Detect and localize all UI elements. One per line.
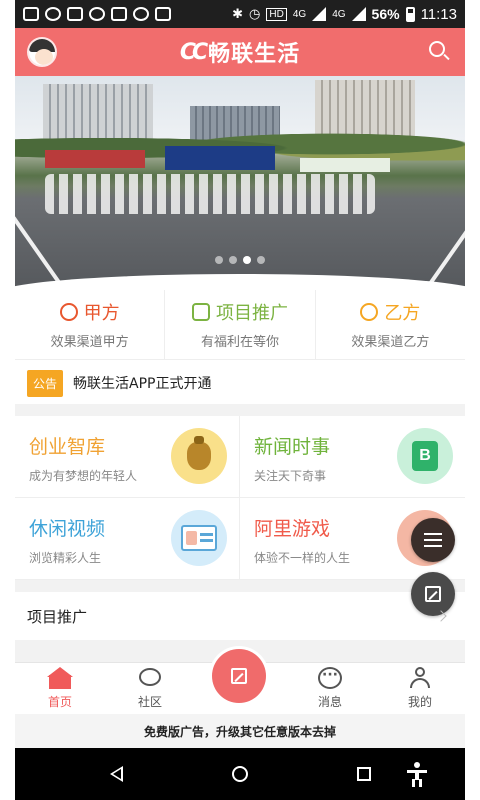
search-icon[interactable]	[429, 41, 451, 63]
smile-badge-icon	[360, 303, 379, 321]
banner-carousel[interactable]	[15, 76, 465, 288]
signal-icon-2	[351, 7, 366, 21]
carousel-dot[interactable]	[229, 256, 237, 264]
tab-profile[interactable]: 我的	[375, 663, 465, 714]
project-promotion-row[interactable]: 项目推广	[15, 592, 465, 640]
tab-label: 消息	[317, 695, 342, 709]
battery-percent: 56%	[371, 6, 400, 22]
app-logo: CC 畅联生活	[180, 36, 300, 68]
home-circle-icon[interactable]	[232, 766, 248, 782]
announcement-text: 畅联生活APP正式开通	[73, 376, 212, 392]
tab-label: 首页	[47, 695, 72, 709]
money-bag-icon	[171, 428, 227, 484]
ad-text: 免费版广告，升级其它任意版本去掉	[143, 724, 336, 739]
banner-stage-left	[45, 150, 145, 168]
chevron-right-icon	[435, 610, 447, 622]
message-notification-icon	[23, 7, 39, 21]
avatar-face	[35, 49, 53, 65]
banner-curve	[15, 274, 465, 288]
network-type-1: 4G	[292, 8, 307, 20]
app-title: 畅联生活	[208, 42, 301, 67]
back-icon[interactable]	[110, 766, 123, 782]
banner-stage-right	[300, 158, 390, 172]
compose-button[interactable]	[212, 649, 266, 703]
quick-entry-party-a[interactable]: 甲方 效果渠道甲方	[15, 290, 166, 359]
quick-entry-promotion[interactable]: 项目推广 有福利在等你	[165, 290, 316, 359]
banner-stage	[165, 146, 275, 170]
status-bar: ✱ ◷ HD 4G 4G 56% 11:13	[15, 0, 465, 28]
announcement-bar[interactable]: 公告 畅联生活APP正式开通	[15, 362, 465, 404]
app-header: CC 畅联生活	[15, 28, 465, 76]
network-type-2: 4G	[332, 8, 346, 20]
section-divider	[15, 580, 465, 592]
floating-menu-button[interactable]	[411, 518, 455, 562]
accessibility-icon[interactable]	[407, 762, 427, 787]
route-icon	[191, 303, 210, 321]
announcement-tag: 公告	[27, 369, 64, 397]
app-frame: ✱ ◷ HD 4G 4G 56% 11:13 CC 畅联生活 甲方 效果渠道甲方…	[15, 0, 465, 800]
mail-notification-icon	[67, 7, 83, 21]
signal-icon-1	[312, 7, 327, 21]
user-icon	[408, 667, 432, 689]
carousel-dot[interactable]	[243, 256, 251, 264]
quick-entry-title: 甲方	[59, 299, 120, 325]
quick-entry-label: 甲方	[83, 303, 120, 324]
quick-entry-label: 项目推广	[215, 303, 288, 324]
battery-icon	[405, 6, 415, 22]
quick-entry-subtitle: 有福利在等你	[200, 335, 279, 350]
carousel-indicator	[15, 256, 465, 264]
avatar[interactable]	[27, 37, 57, 67]
carousel-dot[interactable]	[215, 256, 223, 264]
chat-bubble-icon	[138, 667, 162, 689]
section-divider	[15, 404, 465, 416]
alarm-icon: ◷	[249, 6, 261, 21]
bluetooth-icon: ✱	[232, 6, 244, 21]
message-icon	[318, 667, 342, 689]
banner-chairs	[45, 174, 375, 214]
banner-road-line-left	[15, 204, 71, 288]
compose-icon	[231, 668, 247, 684]
hd-icon: HD	[266, 7, 287, 21]
banner-road-line-right	[419, 204, 465, 288]
tab-label: 社区	[137, 695, 162, 709]
project-promotion-label: 项目推广	[27, 607, 88, 626]
quick-entry-party-b[interactable]: 乙方 效果渠道乙方	[316, 290, 465, 359]
category-startup[interactable]: 创业智库 成为有梦想的年轻人	[15, 416, 240, 498]
system-navigation-bar	[15, 748, 465, 800]
quick-entry-title: 项目推广	[191, 299, 288, 325]
category-grid: 创业智库 成为有梦想的年轻人 新闻时事 关注天下奇事 B 休闲视频 浏览精彩人生…	[15, 416, 465, 580]
qq-notification-icon	[45, 7, 61, 21]
tab-home[interactable]: 首页	[15, 663, 105, 714]
sync-notification-icon	[89, 7, 105, 21]
tab-compose-slot	[195, 649, 285, 714]
alarm-notification-icon	[133, 7, 149, 21]
recent-apps-icon[interactable]	[357, 767, 371, 781]
s-app-notification-icon	[111, 7, 127, 21]
id-card-icon	[171, 510, 227, 566]
bottom-tab-bar: 首页 社区 消息 我的	[15, 649, 465, 714]
book-icon: B	[397, 428, 453, 484]
home-icon	[47, 667, 73, 689]
ad-banner[interactable]: 免费版广告，升级其它任意版本去掉	[15, 714, 465, 748]
tab-label: 我的	[407, 695, 432, 709]
category-news[interactable]: 新闻时事 关注天下奇事 B	[240, 416, 465, 498]
quick-entries: 甲方 效果渠道甲方 项目推广 有福利在等你 乙方 效果渠道乙方	[15, 290, 465, 360]
menu-icon	[424, 539, 442, 541]
tab-messages[interactable]: 消息	[285, 663, 375, 714]
lock-notification-icon	[155, 7, 171, 21]
quick-entry-subtitle: 效果渠道乙方	[351, 335, 430, 350]
category-video[interactable]: 休闲视频 浏览精彩人生	[15, 498, 240, 580]
quick-entry-subtitle: 效果渠道甲方	[50, 335, 129, 350]
tab-community[interactable]: 社区	[105, 663, 195, 714]
clock: 11:13	[420, 5, 457, 23]
carousel-dot[interactable]	[257, 256, 265, 264]
compass-icon	[59, 303, 78, 321]
quick-entry-label: 乙方	[384, 303, 421, 324]
quick-entry-title: 乙方	[360, 299, 420, 325]
logo-mark: CC	[179, 39, 208, 65]
